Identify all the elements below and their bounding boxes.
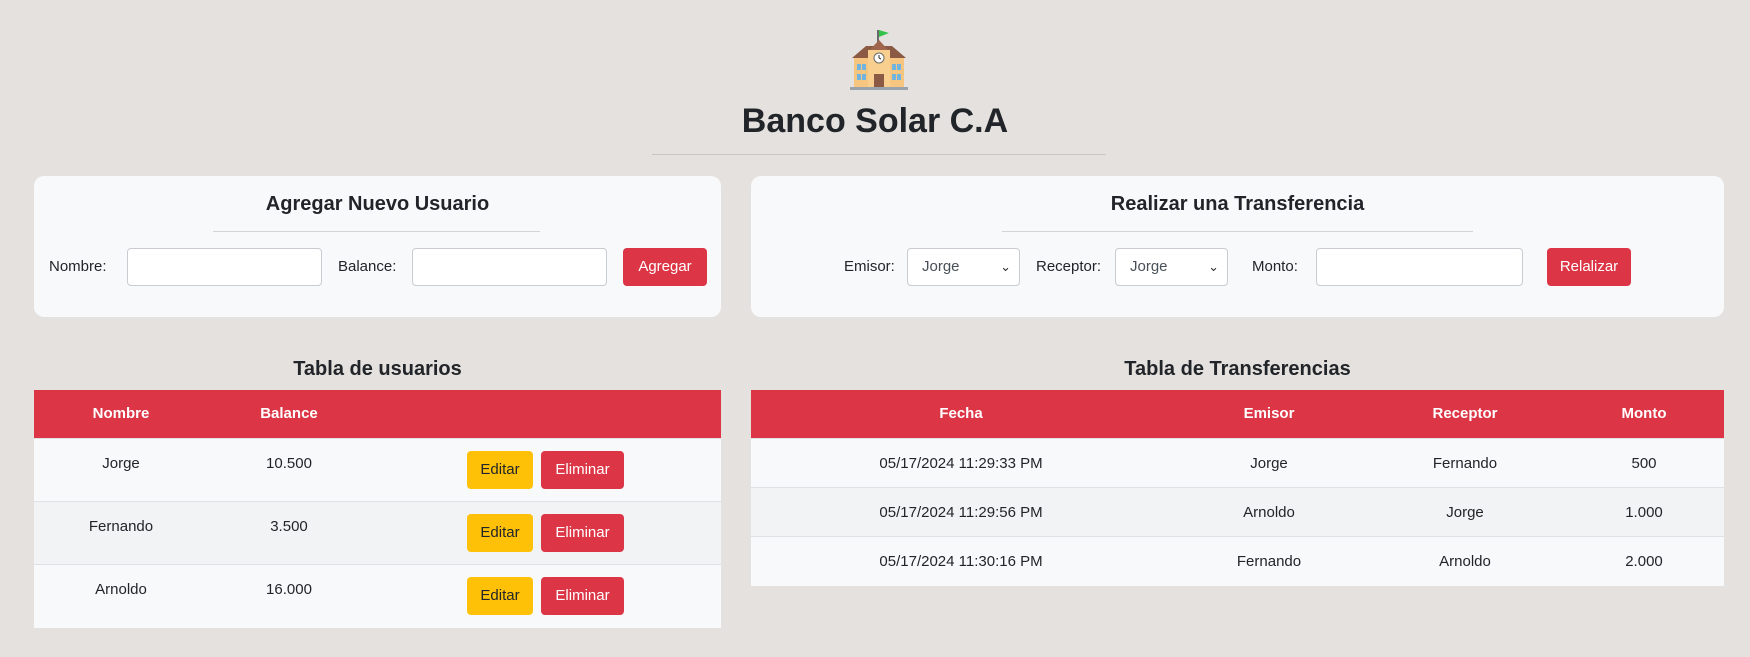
transfer-sender: Fernando [1236, 553, 1302, 570]
transfer-submit-button[interactable]: Relalizar [1547, 248, 1631, 286]
header-balance: Balance [260, 405, 318, 422]
table-row: 05/17/2024 11:30:16 PM Fernando Arnoldo … [751, 536, 1724, 586]
user-name: Jorge [102, 455, 140, 472]
sender-selected-value: Jorge [922, 258, 960, 275]
transfers-table-header: Fecha Emisor Receptor Monto [751, 390, 1724, 438]
users-table-title: Tabla de usuarios [293, 358, 462, 380]
transfer-amount: 1.000 [1625, 504, 1663, 521]
transfer-divider [1002, 231, 1473, 232]
header-monto: Monto [1621, 405, 1667, 422]
transfer-amount: 2.000 [1625, 553, 1663, 570]
transfer-sender: Jorge [1250, 455, 1288, 472]
page-title: Banco Solar C.A [741, 102, 1009, 140]
delete-button[interactable]: Eliminar [541, 514, 624, 552]
chevron-down-icon: ⌄ [1000, 259, 1011, 274]
add-user-title: Agregar Nuevo Usuario [265, 193, 490, 215]
user-name: Arnoldo [95, 581, 147, 598]
receiver-selected-value: Jorge [1130, 258, 1168, 275]
title-divider [652, 154, 1106, 155]
user-balance: 10.500 [266, 455, 312, 472]
user-name: Fernando [88, 518, 154, 535]
transfer-receiver: Fernando [1432, 455, 1498, 472]
users-table: Nombre Balance Jorge 10.500 Editar Elimi… [34, 390, 721, 628]
add-user-divider [213, 231, 540, 232]
sender-select[interactable]: Jorge ⌄ [907, 248, 1020, 286]
delete-button[interactable]: Eliminar [541, 577, 624, 615]
transfers-table-title: Tabla de Transferencias [1124, 358, 1351, 380]
transfer-date: 05/17/2024 11:29:56 PM [879, 504, 1043, 521]
school-building-icon [850, 30, 908, 90]
receiver-label: Receptor: [1036, 258, 1102, 275]
header-receptor: Receptor [1432, 405, 1498, 422]
transfer-title: Realizar una Transferencia [1110, 193, 1365, 215]
header-nombre: Nombre [92, 405, 150, 422]
add-button[interactable]: Agregar [623, 248, 707, 286]
delete-button[interactable]: Eliminar [541, 451, 624, 489]
add-user-card: Agregar Nuevo Usuario Nombre: Balance: A… [34, 176, 721, 317]
edit-button[interactable]: Editar [467, 577, 533, 615]
balance-input[interactable] [412, 248, 607, 286]
header-emisor: Emisor [1243, 405, 1295, 422]
users-table-header: Nombre Balance [34, 390, 721, 438]
header-fecha: Fecha [939, 405, 983, 422]
name-input[interactable] [127, 248, 322, 286]
transfers-table: Fecha Emisor Receptor Monto 05/17/2024 1… [751, 390, 1724, 586]
chevron-down-icon: ⌄ [1208, 259, 1219, 274]
balance-label: Balance: [338, 258, 397, 275]
transfer-date: 05/17/2024 11:30:16 PM [879, 553, 1043, 570]
table-row: Fernando 3.500 Editar Eliminar [34, 501, 721, 564]
receiver-select[interactable]: Jorge ⌄ [1115, 248, 1228, 286]
name-label: Nombre: [49, 258, 107, 275]
sender-label: Emisor: [844, 258, 895, 275]
table-row: 05/17/2024 11:29:33 PM Jorge Fernando 50… [751, 438, 1724, 487]
edit-button[interactable]: Editar [467, 514, 533, 552]
amount-input[interactable] [1316, 248, 1523, 286]
table-row: Arnoldo 16.000 Editar Eliminar [34, 564, 721, 628]
transfer-amount: 500 [1631, 455, 1657, 472]
transfer-date: 05/17/2024 11:29:33 PM [879, 455, 1043, 472]
amount-label: Monto: [1252, 258, 1298, 275]
table-row: 05/17/2024 11:29:56 PM Arnoldo Jorge 1.0… [751, 487, 1724, 536]
transfer-sender: Arnoldo [1243, 504, 1295, 521]
transfer-receiver: Arnoldo [1439, 553, 1491, 570]
user-balance: 3.500 [270, 518, 308, 535]
table-row: Jorge 10.500 Editar Eliminar [34, 438, 721, 501]
transfer-receiver: Jorge [1446, 504, 1484, 521]
transfer-card: Realizar una Transferencia Emisor: Jorge… [751, 176, 1724, 317]
user-balance: 16.000 [266, 581, 312, 598]
edit-button[interactable]: Editar [467, 451, 533, 489]
